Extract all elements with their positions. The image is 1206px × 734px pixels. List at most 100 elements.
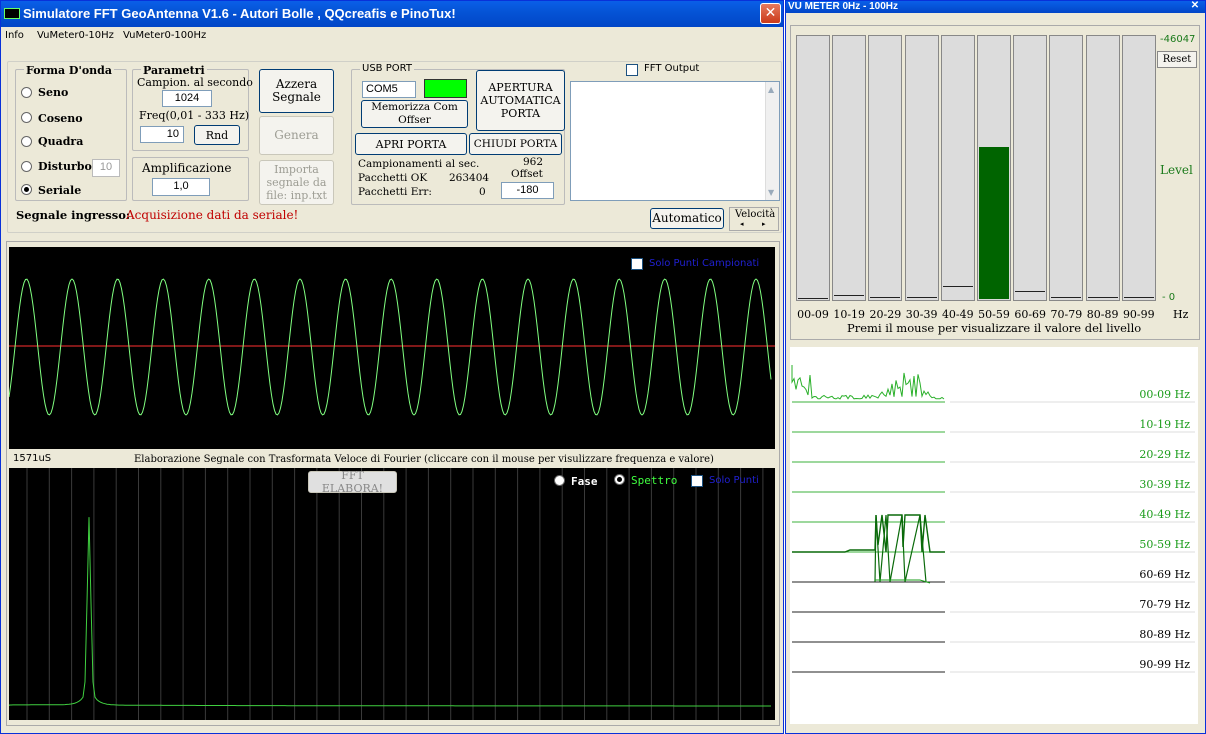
textarea-scrollbar[interactable]: ▲ ▼	[765, 82, 779, 200]
window-title: Simulatore FFT GeoAntenna V1.6 - Autori …	[23, 6, 456, 21]
band-history-plot	[790, 347, 1198, 724]
velocita-right-icon[interactable]: ▸	[762, 220, 766, 228]
vu-hint: Premi il mouse per visualizzare il valor…	[847, 321, 1141, 335]
freq-label: Freq(0,01 - 333 Hz)	[139, 109, 249, 122]
vu-bar-30-39[interactable]	[905, 35, 939, 301]
vu-bar-level	[1124, 297, 1154, 299]
port-input[interactable]: COM5	[362, 81, 416, 98]
vu-band-label: 90-99	[1121, 308, 1157, 321]
campion-label: Campion. al secondo	[137, 76, 253, 89]
solo-punti-checkbox[interactable]	[691, 475, 703, 487]
pacchetti-ok-value: 263404	[449, 172, 489, 184]
vu-band-label: 40-49	[940, 308, 976, 321]
history-band-label: 30-39 Hz	[1139, 478, 1190, 491]
automatico-button[interactable]: Automatico	[650, 208, 724, 229]
solo-punti-campionati-checkbox[interactable]	[631, 258, 643, 270]
importa-button[interactable]: Importa segnale da file: inp.txt	[259, 160, 334, 205]
band-history-panel[interactable]: 00-09 Hz 10-19 Hz 20-29 Hz 30-39 Hz 40-49 Hz…	[790, 347, 1198, 724]
close-icon[interactable]: ✕	[760, 3, 781, 24]
vu-bars[interactable]	[796, 35, 1158, 302]
signal-label: Segnale ingresso:	[16, 208, 130, 222]
vu-meter-window: VU METER 0Hz - 100Hz ✕ 00-09 10-19 20-29 30…	[785, 0, 1206, 734]
vu-title-bar[interactable]: VU METER 0Hz - 100Hz ✕	[786, 1, 1205, 13]
signal-status: Acquisizione dati da seriale!	[126, 208, 298, 222]
vu-bar-level	[870, 297, 900, 299]
vu-bar-20-29[interactable]	[868, 35, 902, 301]
chiudi-porta-button[interactable]: CHIUDI PORTA	[469, 133, 562, 155]
app-icon	[4, 8, 20, 19]
menu-vumeter-10[interactable]: VuMeter0-10Hz	[37, 30, 114, 41]
apri-porta-button[interactable]: APRI PORTA	[355, 133, 467, 155]
amplificazione-label: Amplificazione	[142, 161, 232, 175]
label-disturbo: Disturbo	[38, 160, 92, 173]
spectrum-plot	[9, 468, 775, 720]
menu-vumeter-100[interactable]: VuMeter0-100Hz	[123, 30, 206, 41]
fft-display[interactable]: FFT ELABORA! Fase Spettro Solo Punti	[9, 468, 775, 720]
radio-quadra[interactable]	[21, 136, 32, 147]
fft-elabora-button[interactable]: FFT ELABORA!	[308, 471, 397, 493]
vu-bar-level	[798, 298, 828, 299]
main-window: Simulatore FFT GeoAntenna V1.6 - Autori …	[0, 0, 784, 734]
label-coseno: Coseno	[38, 112, 83, 125]
vu-band-label: 60-69	[1012, 308, 1048, 321]
history-band-label: 70-79 Hz	[1139, 598, 1190, 611]
vu-bar-40-49[interactable]	[941, 35, 975, 301]
vu-bar-level	[907, 297, 937, 299]
campion-input[interactable]: 1024	[162, 90, 212, 107]
vu-bar-50-59[interactable]	[977, 35, 1011, 301]
vu-band-label: 80-89	[1085, 308, 1121, 321]
rnd-button[interactable]: Rnd	[194, 125, 240, 145]
vu-bar-70-79[interactable]	[1049, 35, 1083, 301]
history-band-label: 40-49 Hz	[1139, 508, 1190, 521]
pacchetti-err-label: Pacchetti Err:	[358, 186, 432, 198]
vu-band-label: 50-59	[976, 308, 1012, 321]
fft-output-checkbox[interactable]	[626, 64, 638, 76]
campionamenti-label: Campionamenti al sec.	[358, 158, 479, 170]
vu-bar-10-19[interactable]	[832, 35, 866, 301]
radio-spettro[interactable]	[614, 474, 625, 485]
history-band-label: 10-19 Hz	[1139, 418, 1190, 431]
history-band-label: 60-69 Hz	[1139, 568, 1190, 581]
main-title-bar[interactable]: Simulatore FFT GeoAntenna V1.6 - Autori …	[1, 1, 783, 27]
time-label: 1571uS	[13, 453, 51, 464]
freq-input[interactable]: 10	[140, 126, 184, 143]
radio-disturbo[interactable]	[21, 161, 32, 172]
offset-input[interactable]: -180	[501, 182, 554, 199]
vu-band-label: 00-09	[795, 308, 831, 321]
fft-output-textarea[interactable]: ▲ ▼	[570, 81, 780, 201]
vu-bar-level	[943, 286, 973, 299]
vu-bar-level	[1088, 297, 1118, 299]
vu-close-icon[interactable]: ✕	[1188, 0, 1202, 12]
velocita-control[interactable]: Velocità ◂ ▸	[729, 207, 779, 231]
pacchetti-err-value: 0	[479, 186, 486, 198]
reset-button[interactable]: Reset	[1157, 51, 1197, 68]
waveform-line	[9, 279, 771, 415]
campionamenti-value: 962	[523, 156, 543, 168]
apertura-button[interactable]: APERTURA AUTOMATICA PORTA	[476, 70, 565, 131]
menu-info[interactable]: Info	[5, 30, 24, 41]
disturbo-input[interactable]: 10	[92, 159, 120, 177]
label-quadra: Quadra	[38, 135, 83, 148]
vu-band-label: 30-39	[904, 308, 940, 321]
radio-coseno[interactable]	[21, 112, 32, 123]
solo-punti-campionati-label: Solo Punti Campionati	[649, 258, 759, 269]
vu-bar-60-69[interactable]	[1013, 35, 1047, 301]
radio-seno[interactable]	[21, 87, 32, 98]
azzera-button[interactable]: Azzera Segnale	[259, 69, 334, 113]
memorizza-button[interactable]: Memorizza Com Offser	[361, 100, 468, 128]
vu-bar-90-99[interactable]	[1122, 35, 1156, 301]
scroll-down-icon[interactable]: ▼	[768, 188, 774, 197]
scroll-up-icon[interactable]: ▲	[768, 85, 774, 94]
oscilloscope-display[interactable]: Solo Punti Campionati	[9, 247, 775, 449]
vu-band-label: 10-19	[831, 308, 867, 321]
radio-seriale[interactable]	[21, 184, 32, 195]
label-spettro: Spettro	[631, 474, 677, 487]
amplificazione-input[interactable]: 1,0	[152, 178, 210, 196]
vu-bar-80-89[interactable]	[1086, 35, 1120, 301]
genera-button[interactable]: Genera	[259, 116, 334, 155]
radio-fase[interactable]	[554, 475, 565, 486]
vu-window-title: VU METER 0Hz - 100Hz	[788, 1, 898, 12]
vu-bar-00-09[interactable]	[796, 35, 830, 301]
velocita-left-icon[interactable]: ◂	[740, 220, 744, 228]
history-band-label: 20-29 Hz	[1139, 448, 1190, 461]
